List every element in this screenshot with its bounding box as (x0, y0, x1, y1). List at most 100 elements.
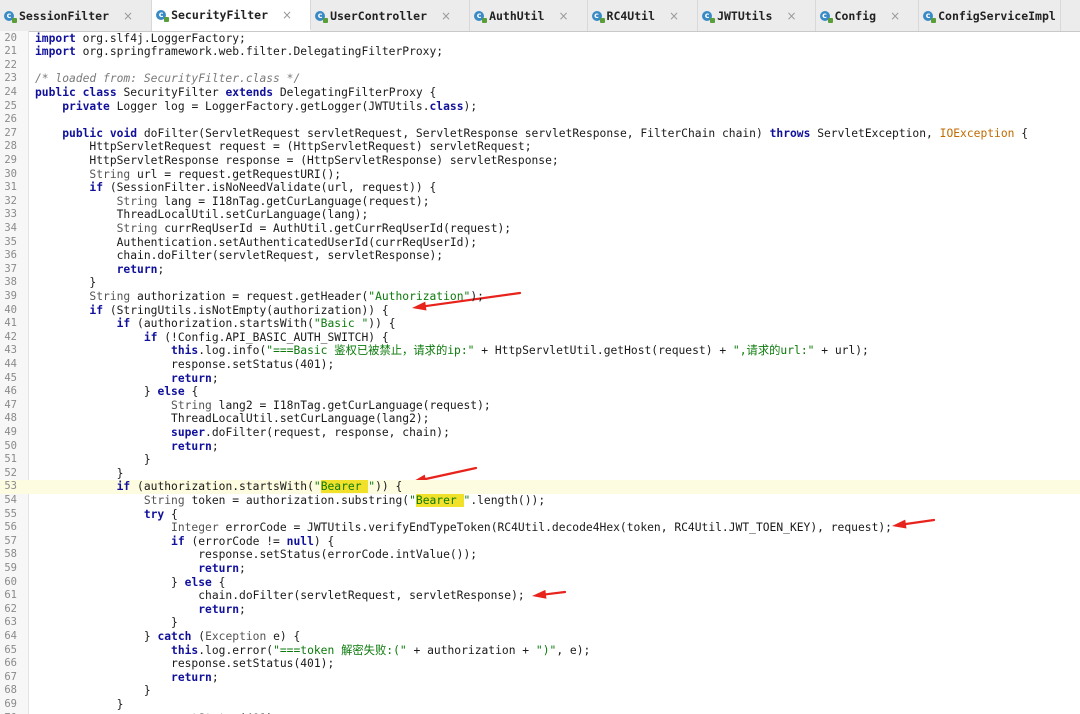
code-line[interactable]: 24 public class SecurityFilter extends De… (0, 86, 1080, 100)
code-line[interactable]: 65 this.log.error("===token 解密失败:(" + au… (0, 644, 1080, 658)
code-line[interactable]: 58 response.setStatus(errorCode.intValue… (0, 548, 1080, 562)
java-class-icon: c (819, 10, 833, 23)
code-text: this.log.info("===Basic 鉴权已被禁止，请求的ip:" +… (171, 344, 869, 358)
tab-securityfilter[interactable]: c SecurityFilter × (152, 0, 312, 31)
line-number: 35 (4, 235, 17, 248)
code-line[interactable]: 50 return; (0, 440, 1080, 454)
line-number: 27 (4, 126, 17, 139)
code-line[interactable]: 67 return; (0, 671, 1080, 685)
code-line[interactable]: 30 String url = request.getRequestURI(); (0, 168, 1080, 182)
code-line[interactable]: 57 if (errorCode != null) { (0, 535, 1080, 549)
code-line[interactable]: 62 return; (0, 603, 1080, 617)
code-line[interactable]: 31 if (SessionFilter.isNoNeedValidate(ur… (0, 181, 1080, 195)
line-number: 57 (4, 534, 17, 547)
code-line[interactable]: 59 return; (0, 562, 1080, 576)
code-line[interactable]: 39 String authorization = request.getHea… (0, 290, 1080, 304)
code-line[interactable]: 63 } (0, 616, 1080, 630)
code-text: ThreadLocalUtil.setCurLanguage(lang); (35, 208, 369, 222)
close-icon[interactable]: × (786, 9, 796, 23)
code-line[interactable]: 37 return; (0, 263, 1080, 277)
code-line[interactable]: 60 } else { (0, 576, 1080, 590)
code-line[interactable]: 64 } catch (Exception e) { (0, 630, 1080, 644)
close-icon[interactable]: × (890, 9, 900, 23)
line-number: 28 (4, 140, 17, 153)
tab-sessionfilter[interactable]: c SessionFilter × (0, 0, 153, 31)
tab-label: AuthUtil (489, 8, 545, 23)
code-line[interactable]: 61 chain.doFilter(servletRequest, servle… (0, 589, 1080, 603)
code-line[interactable]: 29 HttpServletResponse response = (HttpS… (0, 154, 1080, 168)
code-line[interactable]: 41 if (authorization.startsWith("Basic "… (0, 317, 1080, 331)
tab-config[interactable]: c Config × (816, 0, 920, 31)
code-line[interactable]: 66 response.setStatus(401); (0, 657, 1080, 671)
code-line[interactable]: 38 } (0, 276, 1080, 290)
tab-rc4util[interactable]: c RC4Util × (588, 0, 699, 31)
tab-label: SecurityFilter (171, 7, 269, 22)
tab-jwtutils[interactable]: c JWTUtils × (698, 0, 816, 31)
code-line[interactable]: 53 if (authorization.startsWith("Bearer … (0, 480, 1080, 494)
code-line[interactable]: 23 /* loaded from: SecurityFilter.class *… (0, 72, 1080, 86)
close-icon[interactable]: × (669, 9, 679, 23)
code-text: } else { (35, 575, 226, 589)
code-line[interactable]: 40 if (StringUtils.isNotEmpty(authorizat… (0, 304, 1080, 318)
line-number: 49 (4, 425, 17, 438)
close-icon[interactable]: × (123, 9, 133, 23)
code-line[interactable]: 28 HttpServletRequest request = (HttpSer… (0, 140, 1080, 154)
code-text: HttpServletRequest request = (HttpServle… (35, 140, 532, 154)
line-number: 66 (4, 657, 17, 670)
code-line[interactable]: 55 try { (0, 508, 1080, 522)
code-line[interactable]: 34 String currReqUserId = AuthUtil.getCu… (0, 222, 1080, 236)
code-line[interactable]: 49 super.doFilter(request, response, cha… (0, 426, 1080, 440)
code-line[interactable]: 51 } (0, 453, 1080, 467)
code-line[interactable]: 36 chain.doFilter(servletRequest, servle… (0, 249, 1080, 263)
code-text: response.setStatus(401); (35, 357, 335, 371)
code-line[interactable]: 35 Authentication.setAuthenticatedUserId… (0, 236, 1080, 250)
line-number: 30 (4, 167, 17, 180)
line-number: 44 (4, 357, 17, 370)
code-line[interactable]: 68 } (0, 684, 1080, 698)
code-line[interactable]: 69 } (0, 698, 1080, 712)
code-line[interactable]: 27 public void doFilter(ServletRequest s… (0, 127, 1080, 141)
line-number: 65 (4, 643, 17, 656)
code-line[interactable]: 54 String token = authorization.substrin… (0, 493, 1080, 508)
code-line[interactable]: 42 if (!Config.API_BASIC_AUTH_SWITCH) { (0, 331, 1080, 345)
code-text: /* loaded from: SecurityFilter.class */ (35, 72, 301, 86)
line-number: 37 (4, 262, 17, 275)
tab-authutil[interactable]: c AuthUtil × (470, 0, 588, 31)
code-text: String lang2 = I18nTag.getCurLanguage(re… (171, 398, 491, 412)
code-line[interactable]: 45 return; (0, 372, 1080, 386)
tab-configserviceimpl[interactable]: c ConfigServiceImpl (919, 0, 1061, 31)
code-text: import org.slf4j.LoggerFactory; (35, 31, 246, 45)
code-line[interactable]: 26 (0, 113, 1080, 127)
code-editor[interactable]: 20 import org.slf4j.LoggerFactory; 21 impor… (0, 31, 1080, 714)
code-line[interactable]: 44 response.setStatus(401); (0, 358, 1080, 372)
tab-usercontroller[interactable]: c UserController × (311, 0, 471, 31)
code-line[interactable]: 46 } else { (0, 385, 1080, 399)
line-number: 48 (4, 412, 17, 425)
code-text: String lang = I18nTag.getCurLanguage(req… (116, 194, 430, 208)
java-class-icon: c (591, 10, 605, 23)
line-number: 59 (4, 561, 17, 574)
code-line[interactable]: 20 import org.slf4j.LoggerFactory; (0, 32, 1080, 46)
code-text: } (35, 466, 124, 480)
line-number: 51 (4, 453, 17, 466)
line-number: 56 (4, 521, 17, 534)
close-icon[interactable]: × (282, 8, 292, 22)
code-line[interactable]: 32 String lang = I18nTag.getCurLanguage(… (0, 195, 1080, 209)
close-icon[interactable]: × (558, 9, 568, 23)
line-number: 36 (4, 249, 17, 262)
code-line[interactable]: 43 this.log.info("===Basic 鉴权已被禁止，请求的ip:… (0, 344, 1080, 358)
code-line[interactable]: 52 } (0, 467, 1080, 481)
code-line[interactable]: 25 private Logger log = LoggerFactory.ge… (0, 100, 1080, 114)
code-text: return; (116, 262, 165, 276)
code-line[interactable]: 33 ThreadLocalUtil.setCurLanguage(lang); (0, 208, 1080, 222)
code-line[interactable]: 48 ThreadLocalUtil.setCurLanguage(lang2)… (0, 412, 1080, 426)
code-line[interactable]: 47 String lang2 = I18nTag.getCurLanguage… (0, 399, 1080, 413)
code-text: return; (198, 602, 246, 616)
line-number: 60 (4, 575, 17, 588)
code-line[interactable]: 22 (0, 59, 1080, 73)
code-line[interactable]: 21 import org.springframework.web.filter.… (0, 45, 1080, 59)
code-line[interactable]: 56 Integer errorCode = JWTUtils.verifyEn… (0, 521, 1080, 535)
close-icon[interactable]: × (441, 9, 451, 23)
code-text: if (errorCode != null) { (171, 534, 335, 548)
line-number: 42 (4, 330, 17, 343)
